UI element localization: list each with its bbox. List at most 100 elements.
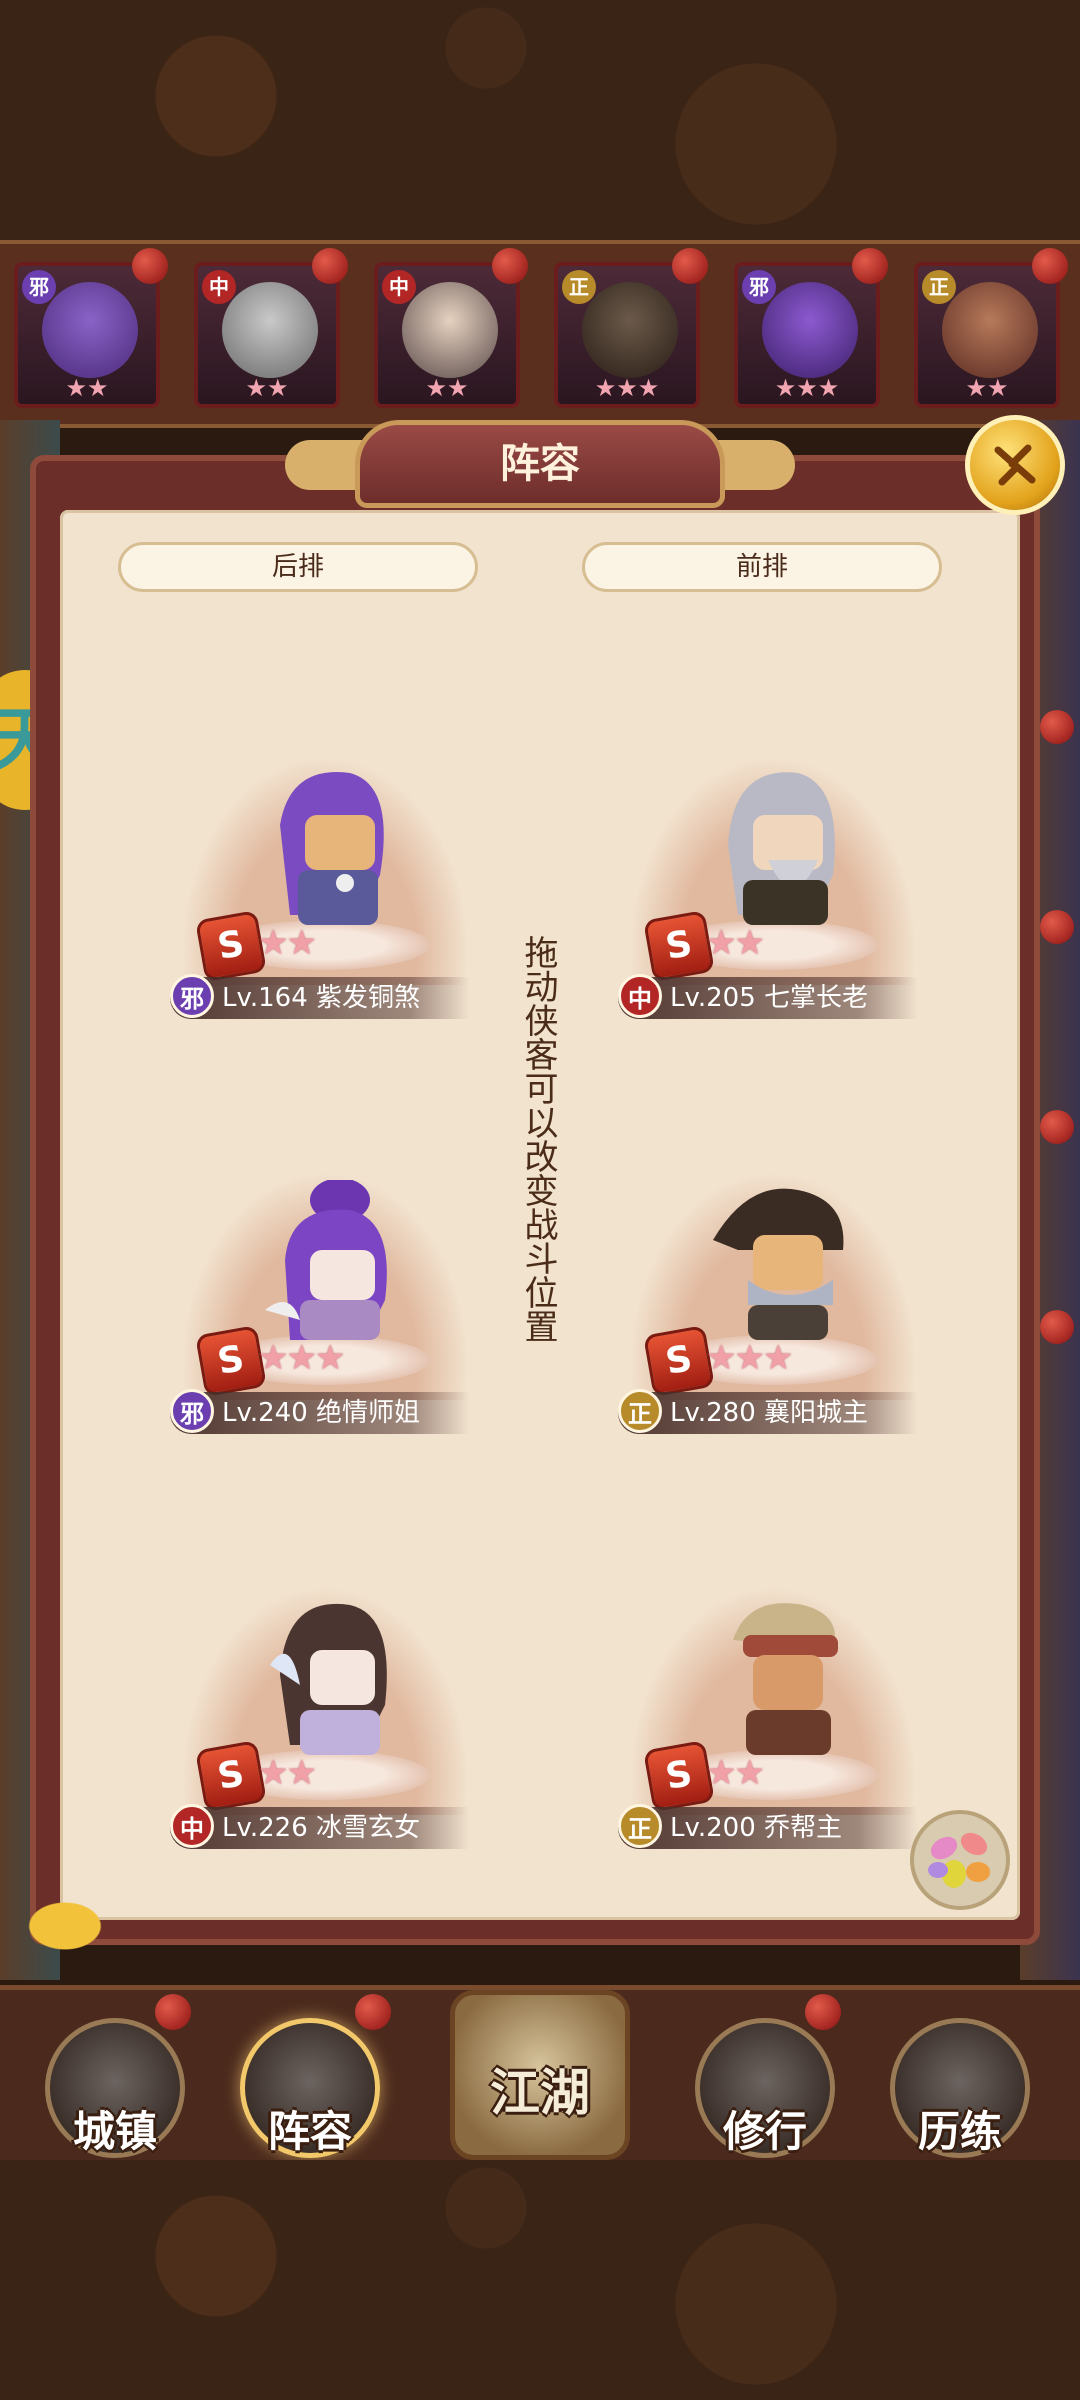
hero-slot-back-1[interactable]: S ★★ 邪 Lv.164 紫发铜煞 — [150, 735, 500, 1019]
faction-badge: 正 — [618, 1804, 662, 1848]
rank-s-icon: S — [643, 1325, 715, 1397]
notification-dot — [492, 248, 528, 284]
hero-name-level: Lv.205 七掌长老 — [670, 983, 869, 1013]
nav-trial[interactable]: 历练 — [890, 2018, 1030, 2158]
star-rating: ★★ — [245, 374, 289, 402]
notification-dot — [672, 248, 708, 284]
star-rating: ★★★ — [706, 1338, 793, 1378]
hero-slot-back-2[interactable]: S ★★★ 邪 Lv.240 绝情师姐 — [150, 1150, 500, 1434]
faction-badge: 中 — [382, 270, 416, 304]
notification-dot — [805, 1994, 841, 2030]
hero-portrait — [222, 282, 318, 378]
star-rating: ★★★ — [258, 1338, 345, 1378]
star-rating: ★★ — [965, 374, 1009, 402]
star-rating: ★★ — [258, 1753, 317, 1793]
hero-portrait — [402, 282, 498, 378]
nav-label: 城镇 — [72, 2107, 157, 2156]
hero-info-bar: 邪 Lv.240 绝情师姐 — [170, 1389, 470, 1434]
close-button[interactable] — [965, 415, 1065, 515]
nav-label: 修行 — [722, 2107, 807, 2156]
drag-hint-text: 拖动侠客可以改变战斗位置 — [518, 935, 558, 1343]
faction-badge: 中 — [202, 270, 236, 304]
front-row-header: 前排 — [582, 542, 942, 592]
notification-dot — [1032, 248, 1068, 284]
notification-dot — [312, 248, 348, 284]
nav-town[interactable]: 城镇 — [45, 2018, 185, 2158]
formation-swap-button[interactable] — [910, 1810, 1010, 1910]
hero-sprite — [280, 772, 384, 925]
faction-badge: 中 — [170, 1804, 214, 1848]
rank-s-icon: S — [195, 1740, 267, 1812]
faction-badge: 正 — [562, 270, 596, 304]
hero-sprite — [265, 1180, 387, 1340]
bottom-background — [0, 2160, 1080, 2400]
roster-card[interactable]: 邪 ★★ — [14, 262, 160, 408]
back-row-header: 后排 — [118, 542, 478, 592]
star-rating: ★★ — [706, 923, 765, 963]
hero-roster-strip: 邪 ★★ 中 ★★ 中 ★★ 正 ★★★ 邪 ★★★ 正 ★★ — [0, 240, 1080, 428]
star-rating: ★★ — [425, 374, 469, 402]
notification-dot — [355, 1994, 391, 2030]
hero-slot-front-1[interactable]: S ★★ 中 Lv.205 七掌长老 — [598, 735, 948, 1019]
nav-label: 江湖 — [490, 2064, 590, 2122]
hero-info-bar: 中 Lv.226 冰雪玄女 — [170, 1804, 470, 1849]
hero-name-level: Lv.226 冰雪玄女 — [222, 1813, 421, 1843]
star-rating: ★★ — [65, 374, 109, 402]
faction-badge: 正 — [618, 1389, 662, 1433]
rank-s-icon: S — [195, 910, 267, 982]
hero-sprite — [713, 1188, 844, 1340]
star-rating: ★★ — [258, 923, 317, 963]
hero-portrait — [942, 282, 1038, 378]
faction-badge: 中 — [618, 974, 662, 1018]
hero-slot-back-3[interactable]: S ★★ 中 Lv.226 冰雪玄女 — [150, 1565, 500, 1849]
notification-dot — [1040, 1110, 1074, 1144]
panel-title: 阵容 — [500, 441, 580, 487]
nav-label: 阵容 — [267, 2107, 352, 2156]
hero-info-bar: 正 Lv.280 襄阳城主 — [618, 1389, 918, 1434]
notification-dot — [852, 248, 888, 284]
notification-dot — [155, 1994, 191, 2030]
nav-lineup[interactable]: 阵容 — [240, 2018, 380, 2158]
faction-badge: 邪 — [170, 974, 214, 1018]
hero-name-level: Lv.240 绝情师姐 — [222, 1398, 421, 1428]
hero-sprite — [728, 772, 835, 925]
faction-badge: 邪 — [170, 1389, 214, 1433]
hero-name-level: Lv.200 乔帮主 — [670, 1813, 843, 1843]
star-rating: ★★★ — [594, 374, 660, 402]
notification-dot — [1040, 910, 1074, 944]
roster-card[interactable]: 正 ★★★ — [554, 262, 700, 408]
hero-portrait — [582, 282, 678, 378]
roster-card[interactable]: 中 ★★ — [194, 262, 340, 408]
notification-dot — [1040, 710, 1074, 744]
hero-slot-front-2[interactable]: S ★★★ 正 Lv.280 襄阳城主 — [598, 1150, 948, 1434]
faction-badge: 邪 — [22, 270, 56, 304]
hero-sprite — [733, 1603, 838, 1755]
hero-slot-front-3[interactable]: S ★★ 正 Lv.200 乔帮主 — [598, 1565, 948, 1849]
top-background — [0, 0, 1080, 240]
rank-s-icon: S — [643, 910, 715, 982]
roster-card[interactable]: 中 ★★ — [374, 262, 520, 408]
hero-sprite — [270, 1603, 387, 1755]
hero-name-level: Lv.164 紫发铜煞 — [222, 983, 421, 1013]
nav-training[interactable]: 修行 — [695, 2018, 835, 2158]
notification-dot — [1040, 1310, 1074, 1344]
nav-label: 历练 — [917, 2107, 1002, 2156]
petal-icon — [928, 1832, 990, 1888]
faction-badge: 正 — [922, 270, 956, 304]
hero-info-bar: 邪 Lv.164 紫发铜煞 — [170, 974, 470, 1019]
hero-info-bar: 中 Lv.205 七掌长老 — [618, 974, 918, 1019]
notification-dot — [132, 248, 168, 284]
hero-info-bar: 正 Lv.200 乔帮主 — [618, 1804, 918, 1849]
close-icon — [994, 444, 1036, 486]
nav-jianghu[interactable]: 江湖 — [450, 1990, 630, 2160]
rank-s-icon: S — [643, 1740, 715, 1812]
star-rating: ★★ — [706, 1753, 765, 1793]
cloud-ornament — [10, 1890, 120, 1950]
faction-badge: 邪 — [742, 270, 776, 304]
star-rating: ★★★ — [774, 374, 840, 402]
roster-card[interactable]: 正 ★★ — [914, 262, 1060, 408]
hero-portrait — [762, 282, 858, 378]
rank-s-icon: S — [195, 1325, 267, 1397]
hero-name-level: Lv.280 襄阳城主 — [670, 1398, 869, 1428]
roster-card[interactable]: 邪 ★★★ — [734, 262, 880, 408]
